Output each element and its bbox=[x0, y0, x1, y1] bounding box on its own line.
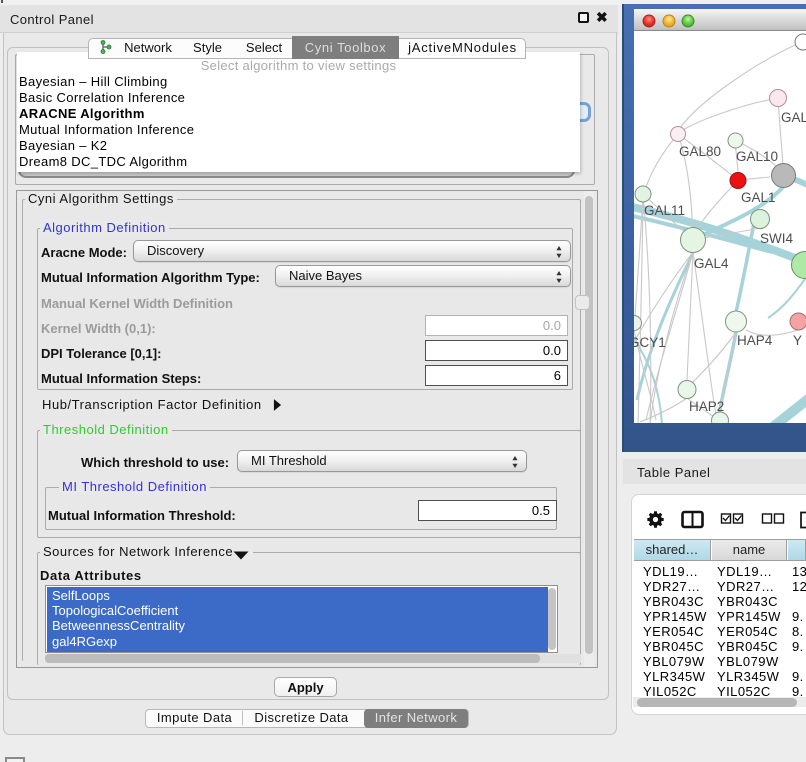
svg-text:GAL2: GAL2 bbox=[781, 110, 806, 125]
svg-text:GAL1: GAL1 bbox=[741, 190, 776, 205]
svg-text:SWI4: SWI4 bbox=[760, 231, 793, 246]
svg-text:GCY1: GCY1 bbox=[634, 335, 666, 350]
svg-text:HAP4: HAP4 bbox=[737, 333, 773, 348]
svg-text:GAL11: GAL11 bbox=[644, 203, 685, 218]
svg-text:GAL10: GAL10 bbox=[736, 149, 778, 164]
svg-text:HAP2: HAP2 bbox=[689, 399, 724, 414]
svg-text:GAL80: GAL80 bbox=[679, 144, 721, 159]
svg-text:GAL4: GAL4 bbox=[694, 256, 729, 271]
svg-text:Y: Y bbox=[793, 333, 802, 348]
